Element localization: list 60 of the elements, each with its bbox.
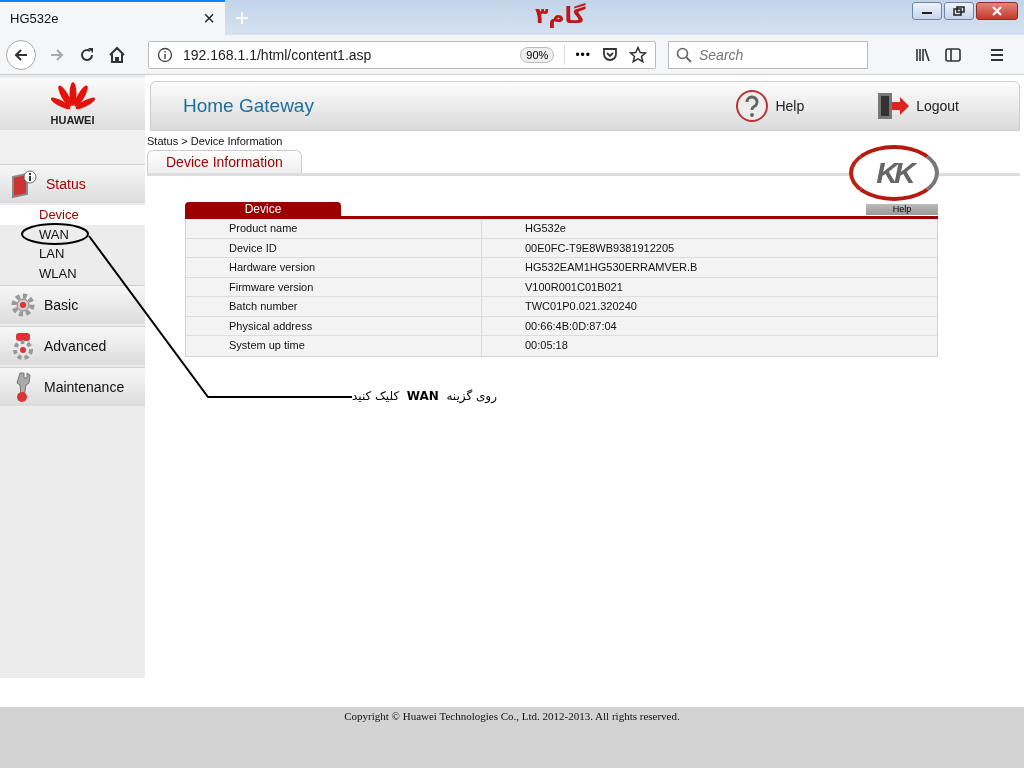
table-cell-text: V100R001C01B021 bbox=[524, 279, 623, 295]
reload-button[interactable] bbox=[78, 45, 96, 64]
sidebar-item[interactable]: Device bbox=[0, 205, 145, 225]
section-label: Basic bbox=[44, 297, 79, 313]
table-cell: Device ID bbox=[186, 238, 482, 257]
page-tab[interactable]: Device Information bbox=[147, 150, 302, 173]
page-actions-button[interactable]: ••• bbox=[575, 47, 591, 62]
logout-link[interactable]: Logout bbox=[916, 98, 959, 114]
url-text: 192.168.1.1/html/content1.asp bbox=[183, 46, 373, 63]
search-icon bbox=[676, 46, 692, 63]
monitor-info-icon bbox=[10, 169, 38, 199]
tab-title: HG532e bbox=[10, 11, 59, 26]
help-button[interactable]: Help bbox=[866, 204, 938, 215]
logout-icon[interactable] bbox=[876, 91, 911, 121]
section-label: Maintenance bbox=[44, 379, 125, 395]
sidebar-section[interactable]: Maintenance bbox=[0, 367, 145, 406]
kk-logo: KK bbox=[849, 145, 939, 201]
table-cell: System up time bbox=[186, 336, 482, 356]
close-window-button[interactable] bbox=[976, 2, 1018, 20]
close-tab-button[interactable]: × bbox=[203, 7, 215, 30]
table-cell-text: HG532EAM1HG530ERRAMVER.B bbox=[524, 260, 698, 275]
sidebar-section[interactable]: Advanced bbox=[0, 326, 145, 365]
table-cell: Batch number bbox=[186, 297, 482, 316]
close-icon bbox=[990, 6, 1004, 16]
section-label: Status bbox=[46, 176, 86, 192]
back-button[interactable] bbox=[6, 39, 36, 70]
help-link[interactable]: Help bbox=[775, 98, 805, 114]
restore-button[interactable] bbox=[944, 2, 974, 20]
table-cell-text: 00E0FC-T9E8WB9381912205 bbox=[524, 240, 675, 256]
restore-icon bbox=[952, 6, 966, 16]
gear-icon bbox=[10, 292, 36, 318]
address-bar[interactable]: 192.168.1.1/html/content1.asp 90% ••• bbox=[148, 40, 656, 69]
minimize-button[interactable] bbox=[912, 2, 942, 20]
table-cell: Hardware version bbox=[186, 258, 482, 277]
table-cell-text: HG532e bbox=[524, 221, 566, 236]
header-title: Home Gateway bbox=[183, 95, 314, 117]
sidebar-icon[interactable] bbox=[944, 45, 962, 64]
pocket-icon[interactable] bbox=[601, 45, 619, 64]
copyright-text: Copyright © Huawei Technologies Co., Ltd. 2012-2013. All rights reserved. bbox=[344, 710, 680, 724]
table-cell-text: 00:05:18 bbox=[524, 338, 568, 353]
table-cell: Product name bbox=[186, 219, 482, 238]
zoom-level-badge[interactable]: 90% bbox=[520, 46, 555, 63]
breadcrumb: Status > Device Information bbox=[147, 135, 284, 147]
browser-tab[interactable]: HG532e × bbox=[0, 0, 225, 35]
section-label: Advanced bbox=[44, 338, 107, 354]
sidebar-section[interactable]: Status bbox=[0, 164, 145, 203]
search-field[interactable]: Search bbox=[668, 40, 868, 69]
info-icon bbox=[157, 46, 173, 63]
table-cell: Firmware version bbox=[186, 277, 482, 296]
step-title: گام۳ bbox=[535, 3, 586, 28]
robot-gear-icon bbox=[10, 332, 36, 360]
star-icon[interactable] bbox=[629, 45, 647, 64]
help-icon[interactable] bbox=[735, 89, 770, 123]
table-cell-text: 00:66:4B:0D:87:04 bbox=[524, 318, 617, 334]
table-cell: Physical address bbox=[186, 316, 482, 335]
callout-ellipse bbox=[21, 223, 89, 245]
home-button[interactable] bbox=[108, 45, 126, 64]
table-cell-text: TWC01P0.021.320240 bbox=[524, 299, 637, 314]
sidebar-section[interactable]: Basic bbox=[0, 285, 145, 324]
logo-text: HUAWEI bbox=[50, 114, 95, 126]
